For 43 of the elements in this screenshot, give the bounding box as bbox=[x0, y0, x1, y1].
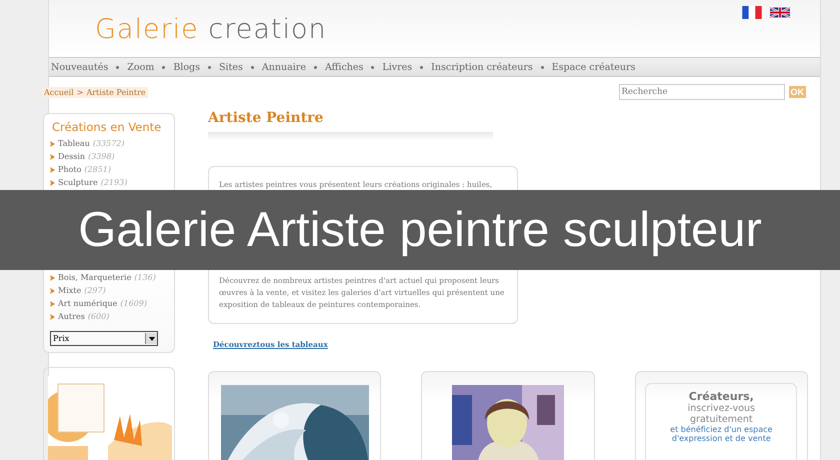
search-field[interactable]: Recherche bbox=[618, 84, 784, 100]
nav-link[interactable]: Nouveautés bbox=[51, 62, 108, 72]
chevron-icon bbox=[50, 154, 55, 160]
banner-title: Galerie Artiste peintre sculpteur bbox=[78, 202, 762, 258]
nav-link[interactable]: Blogs bbox=[173, 62, 200, 72]
chevron-icon bbox=[50, 140, 55, 146]
nav-link[interactable]: Inscription créateurs bbox=[431, 62, 533, 72]
signup-promo[interactable]: Créateurs, inscrivez-vous gratuitement et bénéficiez d'un espace d'expression et de vente bbox=[645, 383, 798, 460]
promo-text: inscrivez-vous bbox=[688, 403, 756, 414]
category-link[interactable]: Dessin (3398) bbox=[50, 150, 170, 163]
nav-link[interactable]: Livres bbox=[382, 62, 412, 72]
category-link[interactable]: Art numérique (1609) bbox=[50, 297, 170, 310]
category-link[interactable]: Tableau (33572) bbox=[50, 137, 170, 150]
british-flag-icon[interactable] bbox=[770, 6, 790, 19]
chevron-icon bbox=[50, 288, 55, 294]
nav-link[interactable]: Annuaire bbox=[262, 62, 306, 72]
category-link[interactable]: Autres (600) bbox=[50, 310, 170, 323]
preview-card[interactable] bbox=[208, 371, 382, 460]
promo-text: gratuitement bbox=[690, 414, 753, 425]
nav-link[interactable]: Zoom bbox=[127, 62, 154, 72]
chevron-icon bbox=[50, 180, 55, 186]
category-link[interactable]: Mixte (297) bbox=[50, 284, 170, 297]
caret-icon bbox=[148, 336, 154, 340]
category-link[interactable]: Photo (2851) bbox=[50, 163, 170, 176]
preview-card[interactable]: Créateurs, inscrivez-vous gratuitement et bénéficiez d'un espace d'expression et de vente bbox=[634, 371, 808, 460]
nav-link[interactable]: Sites bbox=[219, 62, 243, 72]
french-flag-icon[interactable] bbox=[742, 6, 762, 19]
breadcrumb: Accueil > Artiste Peintre bbox=[42, 86, 148, 98]
promo-highlight: d'expression et de vente bbox=[672, 434, 771, 443]
chevron-icon bbox=[50, 166, 55, 172]
preview-card[interactable] bbox=[421, 371, 595, 460]
sort-select[interactable]: Prix bbox=[50, 331, 158, 346]
nav-link[interactable]: Affiches bbox=[324, 62, 364, 72]
category-link[interactable]: Sculpture (2193) bbox=[50, 176, 170, 189]
promo-title: Créateurs, bbox=[688, 390, 754, 403]
chevron-icon bbox=[50, 314, 55, 320]
nav-link[interactable]: Espace créateurs bbox=[552, 62, 636, 72]
chevron-icon bbox=[50, 274, 55, 280]
page-title: Artiste Peintre bbox=[208, 110, 324, 126]
sidebar-title: Créations en Vente bbox=[52, 120, 162, 134]
category-link[interactable]: Bois, Marqueterie (136) bbox=[50, 271, 170, 284]
promo-highlight: et bénéficiez d'un espace bbox=[670, 425, 772, 434]
chevron-icon bbox=[50, 300, 55, 306]
